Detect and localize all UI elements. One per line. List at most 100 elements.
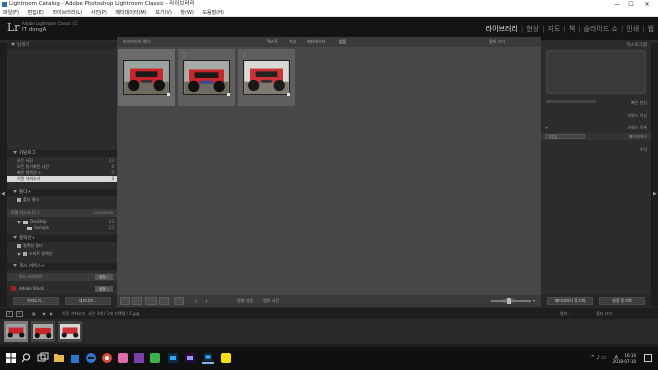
toolbar-menu-icon[interactable]: ▾ — [533, 295, 535, 307]
user-name[interactable]: IT dongA — [22, 27, 46, 33]
thumbnail-size-slider[interactable] — [491, 300, 531, 302]
media-app-icon[interactable] — [117, 352, 129, 364]
photoshop-icon[interactable] — [167, 352, 179, 364]
import-button[interactable]: 가져오기... — [13, 297, 59, 305]
left-panel-toggle[interactable]: ◀ — [0, 43, 7, 307]
right-panel-toggle[interactable]: ▶ — [651, 43, 658, 307]
metadata-header[interactable]: 기본값 메타데이터 — [541, 133, 651, 140]
chrome-icon[interactable] — [101, 352, 113, 364]
filter-none[interactable]: 없음 — [339, 37, 346, 47]
survey-view-button[interactable] — [159, 297, 169, 305]
sync-metadata-button[interactable]: 메타데이터 동기화 — [547, 297, 593, 305]
minimize-button[interactable]: — — [610, 0, 624, 9]
grid-cell[interactable]: 3 — [238, 49, 295, 106]
search-icon[interactable] — [20, 352, 32, 364]
module-develop[interactable]: 현상 — [526, 24, 539, 34]
filter-attribute[interactable]: 속성 — [289, 37, 296, 47]
filter-metadata[interactable]: 메타데이터 — [307, 37, 325, 47]
catalog-item-previous-import[interactable]: 이전 가져오기 3 — [7, 176, 117, 182]
keyword-list-header[interactable]: + 키워드 목록 — [541, 124, 651, 131]
menu-view[interactable]: 보기(V) — [155, 9, 172, 17]
triangle-icon — [17, 220, 21, 224]
close-button[interactable]: ✕ — [640, 0, 654, 9]
grid-view: 라이브러리 필터: 텍스트 속성 메타데이터 없음 필터 끄기 1 2 3 ◊ … — [117, 37, 541, 307]
navigator-header[interactable]: 탐색기 — [7, 43, 117, 49]
maximize-button[interactable]: ☐ — [624, 0, 638, 9]
sync-settings-button[interactable]: 설정 동기화 — [599, 297, 645, 305]
module-print[interactable]: 인쇄 — [626, 24, 639, 34]
adobe-stock-service[interactable]: Adobe Stock 설정... — [7, 285, 117, 293]
catalog-header[interactable]: 카탈로그 — [7, 150, 117, 157]
menu-file[interactable]: 파일(F) — [3, 9, 19, 17]
module-library[interactable]: 라이브러리 — [486, 24, 518, 34]
compare-view-button[interactable] — [145, 297, 157, 305]
menu-help[interactable]: 도움말(H) — [202, 9, 223, 17]
collections-header[interactable]: 컬렉션+ — [7, 235, 117, 242]
filmstrip-thumb[interactable] — [31, 321, 55, 342]
filter-off[interactable]: 필터 끄기 — [489, 37, 505, 47]
painter-icon[interactable]: ◊ — [195, 295, 197, 307]
module-web[interactable]: 웹 — [648, 24, 654, 34]
photo-thumbnail[interactable] — [123, 60, 170, 95]
keywording-header[interactable]: 키워드 작성 — [541, 112, 651, 119]
volume-bar[interactable]: 로컬 디스크 (C:) 204/465GB — [7, 209, 117, 217]
module-book[interactable]: 책 — [569, 24, 575, 34]
onenote-icon[interactable] — [133, 352, 145, 364]
smart-collections[interactable]: 스마트 컬렉션 — [7, 251, 117, 257]
task-view-icon[interactable] — [37, 352, 49, 364]
export-button[interactable]: 내보내기... — [65, 297, 111, 305]
grid-cell[interactable]: 2 — [178, 49, 235, 106]
windows-start-icon[interactable] — [5, 352, 17, 364]
photo-thumbnail[interactable] — [243, 60, 290, 95]
menu-library[interactable]: 라이브러리(L) — [52, 9, 82, 17]
folders-filter[interactable]: 폴더 필터 — [7, 197, 117, 203]
store-icon[interactable] — [69, 352, 81, 364]
adobe-stock-setup-button[interactable]: 설정... — [95, 286, 113, 292]
notification-icon[interactable] — [644, 354, 652, 362]
module-map[interactable]: 지도 — [547, 24, 560, 34]
module-slideshow[interactable]: 슬라이드 쇼 — [584, 24, 618, 34]
hard-drive-service[interactable]: 하드 드라이브 설정... — [7, 273, 117, 281]
premiere-icon[interactable] — [184, 352, 196, 364]
filmstrip-thumb[interactable] — [4, 321, 28, 342]
clock[interactable]: 16:10 2018-07-10 — [613, 353, 636, 364]
add-collection-button[interactable]: + — [31, 236, 35, 241]
file-explorer-icon[interactable] — [53, 352, 65, 364]
people-view-button[interactable] — [174, 297, 184, 305]
smart-collection-icon — [23, 252, 27, 256]
filmstrip-thumb[interactable] — [58, 321, 82, 342]
lightroom-icon[interactable] — [202, 352, 214, 364]
grid-view-button[interactable] — [120, 297, 130, 305]
histogram-header[interactable]: 히스토그램 — [541, 43, 651, 49]
menu-photo[interactable]: 사진(P) — [91, 9, 107, 17]
loupe-view-button[interactable] — [132, 297, 142, 305]
sort-value[interactable]: 캡처 시간 — [263, 295, 279, 307]
chat-icon[interactable] — [149, 352, 161, 364]
filter-text[interactable]: 텍스트 — [267, 37, 278, 47]
grid-cell[interactable]: 1 — [118, 49, 175, 106]
tray-icons[interactable]: ^ ♪ ▭ — [591, 355, 606, 361]
menu-window[interactable]: 창(W) — [180, 9, 193, 17]
add-publish-button[interactable]: + — [41, 264, 45, 269]
quick-develop-header[interactable]: 빠른 현상 — [541, 99, 651, 106]
right-panel: 히스토그램 빠른 현상 키워드 작성 + 키워드 목록 기본값 메타데이터 주석 … — [541, 43, 651, 307]
menu-metadata[interactable]: 메타데이터(M) — [115, 9, 146, 17]
edge-icon[interactable] — [85, 352, 97, 364]
collections-filter[interactable]: 컬렉션 필터 — [7, 243, 117, 249]
metadata-preset-select[interactable]: 기본값 — [545, 134, 585, 139]
sort-direction-icon[interactable]: ↓ — [205, 295, 208, 307]
folder-sample[interactable]: Sample 23 — [7, 225, 117, 231]
comments-header[interactable]: 주석 — [541, 146, 651, 153]
add-folder-button[interactable]: + — [27, 190, 31, 195]
kakao-icon[interactable] — [220, 352, 232, 364]
plus-icon[interactable]: + — [545, 124, 548, 131]
publish-header[interactable]: 게시 서비스+ — [7, 263, 117, 270]
photo-thumbnail[interactable] — [183, 60, 230, 95]
main-window-button[interactable]: 1 — [6, 311, 13, 317]
folders-header[interactable]: 폴더+ — [7, 189, 117, 196]
hard-drive-setup-button[interactable]: 설정... — [95, 274, 113, 280]
second-window-button[interactable]: 2 — [16, 311, 23, 317]
menu-edit[interactable]: 편집(E) — [28, 9, 44, 17]
thumbnail-size-knob[interactable] — [507, 298, 511, 304]
folder-icon — [23, 220, 28, 224]
